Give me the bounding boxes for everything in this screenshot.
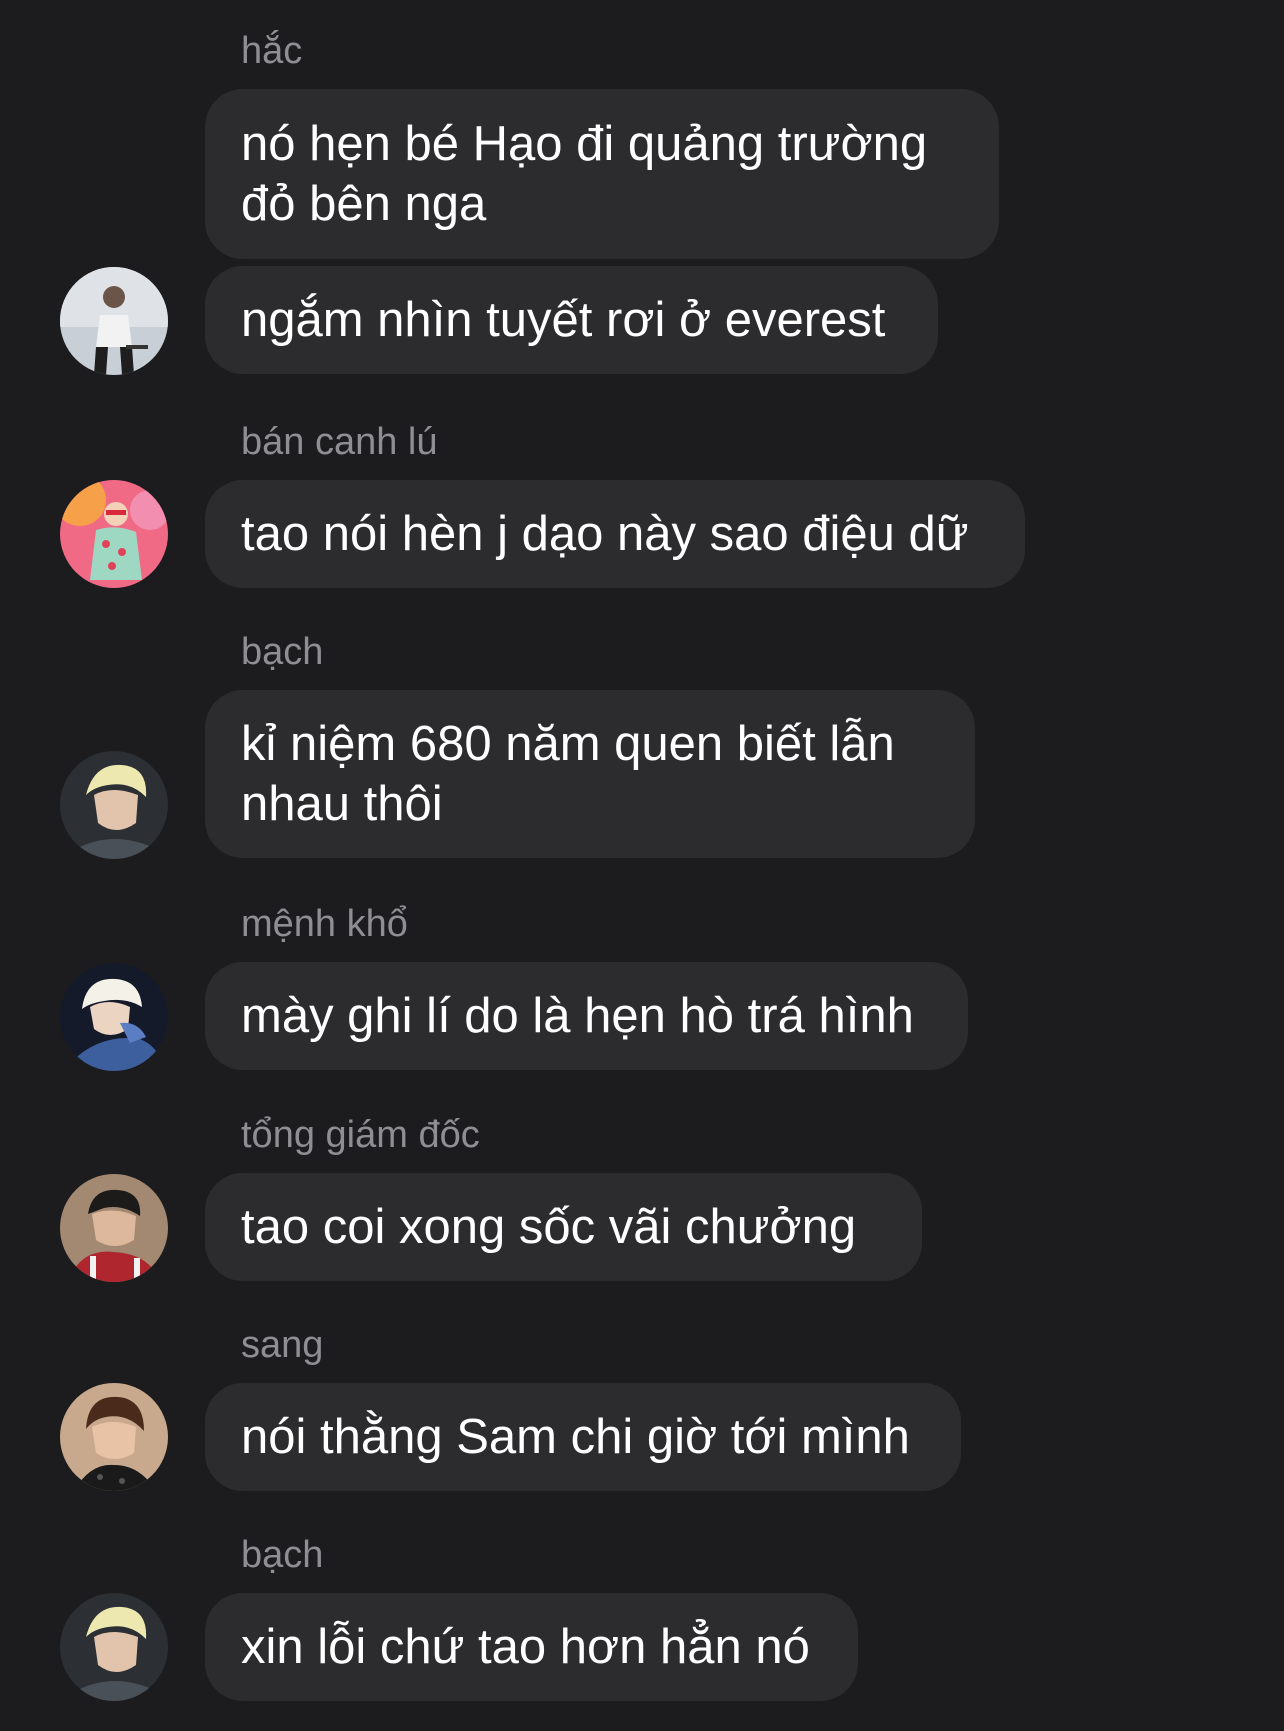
avatar[interactable] — [60, 480, 168, 588]
message-bubble[interactable]: xin lỗi chứ tao hơn hẳn nó — [205, 1593, 858, 1701]
sender-name: mệnh khổ — [241, 903, 408, 945]
sender-name: bạch — [241, 631, 324, 673]
sender-name: hắc — [241, 30, 303, 72]
message-bubble[interactable]: ngắm nhìn tuyết rơi ở everest — [205, 266, 938, 374]
message-text: tao coi xong sốc vãi chưởng — [241, 1200, 857, 1254]
message-text: nói thằng Sam chi giờ tới mình — [241, 1410, 910, 1464]
message-text-line: nó hẹn bé Hạo đi quảng trường — [241, 117, 928, 171]
avatar-photo-icon — [60, 1174, 168, 1282]
avatar[interactable] — [60, 1174, 168, 1282]
avatar[interactable] — [60, 963, 168, 1071]
avatar-photo-icon — [60, 1383, 168, 1491]
sender-name: bạch — [241, 1534, 324, 1576]
message-bubble[interactable]: kỉ niệm 680 năm quen biết lẫn nhau thôi — [205, 690, 975, 858]
message-text: ngắm nhìn tuyết rơi ở everest — [241, 293, 886, 347]
sender-name: tổng giám đốc — [241, 1114, 480, 1156]
avatar[interactable] — [60, 1383, 168, 1491]
avatar-photo-icon — [60, 751, 168, 859]
message-bubble[interactable]: tao nói hèn j dạo này sao điệu dữ — [205, 480, 1025, 588]
avatar-photo-icon — [60, 963, 168, 1071]
sender-name: bán canh lú — [241, 421, 438, 463]
avatar[interactable] — [60, 1593, 168, 1701]
message-text: mày ghi lí do là hẹn hò trá hình — [241, 989, 914, 1043]
message-text: tao nói hèn j dạo này sao điệu dữ — [241, 507, 969, 561]
message-bubble[interactable]: tao coi xong sốc vãi chưởng — [205, 1173, 922, 1281]
message-text-line: đỏ bên nga — [241, 177, 487, 231]
message-bubble[interactable]: mày ghi lí do là hẹn hò trá hình — [205, 962, 968, 1070]
message-bubble[interactable]: nó hẹn bé Hạo đi quảng trường đỏ bên nga — [205, 89, 999, 259]
avatar[interactable] — [60, 751, 168, 859]
message-text-line: kỉ niệm 680 năm quen biết lẫn — [241, 717, 895, 771]
avatar-photo-icon — [60, 267, 168, 375]
message-text-line: nhau thôi — [241, 777, 443, 831]
avatar-photo-icon — [60, 480, 168, 588]
avatar[interactable] — [60, 267, 168, 375]
sender-name: sang — [241, 1324, 324, 1366]
message-bubble[interactable]: nói thằng Sam chi giờ tới mình — [205, 1383, 961, 1491]
avatar-photo-icon — [60, 1593, 168, 1701]
message-text: xin lỗi chứ tao hơn hẳn nó — [241, 1620, 810, 1674]
